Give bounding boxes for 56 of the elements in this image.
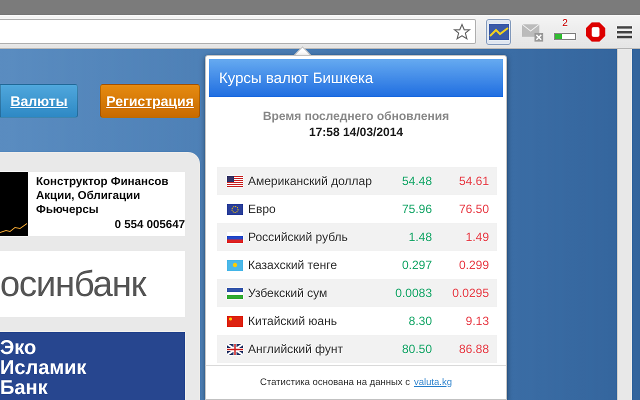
sell-rate: 0.0295 [451, 286, 490, 300]
currency-name: Китайский юань [248, 314, 338, 328]
phone-number: 0 554 005647 [114, 219, 185, 231]
buy-rate: 8.30 [408, 314, 432, 328]
update-time: 17:58 14/03/2014 [308, 125, 404, 139]
flag-icon [227, 232, 243, 242]
banner-text: Фьючерсы [36, 203, 100, 217]
popup-title: Курсы валют Бишкека [209, 59, 503, 97]
sell-rate: 1.49 [464, 230, 490, 244]
bank-banner[interactable]: осинбанк [0, 251, 185, 317]
flag-icon [227, 288, 243, 298]
menu-icon[interactable] [616, 24, 632, 38]
sell-rate: 9.13 [464, 314, 490, 328]
currency-name: Узбекский сум [248, 286, 328, 300]
currency-name: Российский рубль [248, 230, 349, 244]
buy-rate: 54.48 [400, 174, 432, 188]
nav-button[interactable]: Регистрация [100, 84, 200, 118]
currency-name: Казахский тенге [248, 258, 338, 272]
chart-line-icon [0, 223, 28, 233]
buy-rate: 75.96 [400, 202, 432, 216]
flag-icon [227, 204, 243, 214]
bank-name: Эко [0, 338, 38, 358]
buy-rate: 0.0083 [394, 286, 432, 300]
update-label: Время последнего обновления [262, 109, 450, 123]
buy-rate: 0.297 [400, 258, 432, 272]
badge-count: 2 [562, 18, 568, 28]
flag-icon [227, 316, 243, 326]
banner-text: Конструктор Финансов [36, 175, 170, 189]
bank-banner[interactable]: Эко Исламик Банк [0, 332, 185, 400]
finance-banner[interactable]: Конструктор Финансов Акции, Облигации Фьючерсы 0 554 005647 [0, 172, 185, 236]
buy-rate: 1.48 [408, 230, 432, 244]
meter-icon [554, 32, 576, 40]
sell-rate: 54.61 [458, 174, 490, 188]
footer-text: Статистика основана на данных с [260, 377, 410, 388]
flag-icon [227, 260, 243, 270]
currency-name: Американский доллар [248, 174, 372, 188]
counter-extension[interactable]: 2 [554, 20, 576, 44]
chart-icon [488, 24, 509, 40]
flag-icon [227, 176, 243, 186]
bank-name: Исламик [0, 358, 88, 378]
scrollbar[interactable] [617, 49, 632, 400]
sell-rate: 0.299 [458, 258, 490, 272]
bank-name: Банк [0, 378, 49, 398]
source-link[interactable]: valuta.kg [414, 377, 452, 388]
sell-rate: 76.50 [458, 202, 490, 216]
bank-name: осинбанк [0, 263, 146, 305]
star-icon[interactable] [453, 22, 471, 40]
currency-name: Английский фунт [248, 342, 344, 356]
buy-rate: 80.50 [400, 342, 432, 356]
extension-button[interactable] [486, 18, 512, 44]
flag-icon [227, 344, 243, 354]
address-field[interactable] [0, 19, 476, 44]
nav-button[interactable]: Валюты [0, 84, 78, 118]
banner-text: Акции, Облигации [36, 189, 142, 203]
currency-name: Евро [248, 202, 277, 216]
sell-rate: 86.88 [458, 342, 490, 356]
